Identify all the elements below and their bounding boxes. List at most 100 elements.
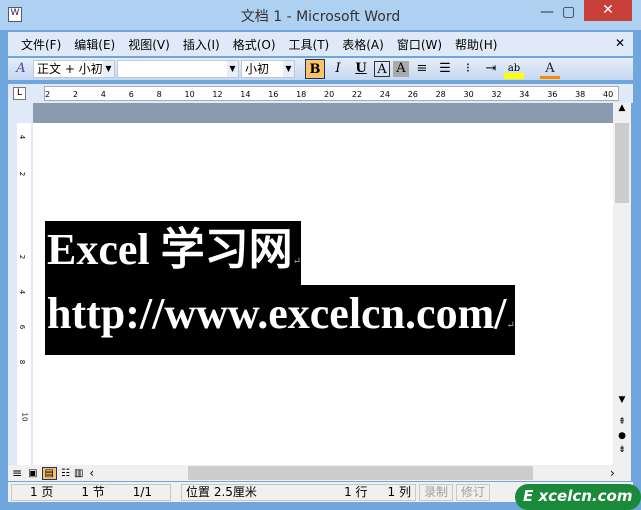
center-align-icon[interactable]: ≡ (412, 59, 432, 79)
numbering-icon[interactable]: ☰ (435, 59, 455, 79)
formatting-toolbar: A 正文 + 小初 ▼ ▼ 小初 ▼ B I U A A ≡ ☰ ⁝ ⇥ ab A (8, 58, 633, 80)
menu-file[interactable]: 文件(F) (21, 36, 61, 53)
print-layout-icon[interactable]: ▤ (41, 466, 57, 480)
ruler-tick-label: 2 (72, 90, 78, 99)
ruler-tick-label: 20 (324, 90, 335, 99)
line-text: Excel 学习网 (47, 225, 293, 274)
underline-button[interactable]: U (351, 59, 371, 79)
bold-button[interactable]: B (305, 59, 325, 79)
style-select[interactable]: 正文 + 小初 ▼ (33, 60, 115, 78)
char-border-button[interactable]: A (374, 61, 390, 77)
menu-bar: 文件(F) 编辑(E) 视图(V) 插入(I) 格式(O) 工具(T) 表格(A… (8, 32, 633, 56)
menu-tools[interactable]: 工具(T) (289, 36, 330, 53)
indent-icon[interactable]: ⇥ (481, 59, 501, 79)
line-number: 1 行 (344, 484, 368, 499)
style-value: 正文 + 小初 (37, 62, 103, 76)
ruler-tick-label: 26 (407, 90, 418, 99)
cursor-position: 位置 2.5厘米 (186, 484, 257, 499)
menu-insert[interactable]: 插入(I) (183, 36, 220, 53)
font-size-select[interactable]: 小初 ▼ (241, 60, 295, 78)
horizontal-scrollbar[interactable]: ≡ ▣ ▤ ☷ ▥ ‹ › (8, 465, 631, 481)
ruler-tick-label: 4 (100, 90, 106, 99)
vertical-scrollbar[interactable]: ▲ ▼ ⇞ ● ⇟ (613, 103, 631, 465)
normal-view-icon[interactable]: ≡ (12, 466, 22, 480)
title-bar: W 文档 1 - Microsoft Word — ▢ ✕ (0, 0, 641, 30)
ruler-tick-label: 10 (184, 90, 195, 99)
close-document-icon[interactable]: ✕ (615, 36, 625, 50)
menu-edit[interactable]: 编辑(E) (74, 36, 115, 53)
ruler-tick-label: 22 (351, 90, 363, 99)
font-color-button[interactable]: A (540, 59, 560, 79)
browse-object-icons[interactable]: ⇞ ● ⇟ (613, 415, 631, 457)
ruler-tick-label: 6 (128, 90, 134, 99)
vruler-tick-label: 4 (18, 289, 27, 295)
scroll-down-icon[interactable]: ▼ (613, 395, 631, 405)
column-number: 1 列 (387, 484, 411, 499)
ruler-tick-label: 18 (296, 90, 307, 99)
font-select[interactable]: ▼ (117, 60, 239, 78)
ruler-tick-label: 30 (463, 90, 474, 99)
paragraph-mark: ↵ (506, 320, 515, 331)
watermark-logo: E xcelcn.com (515, 484, 641, 510)
page-info: 1 页 1 节 1/1 (11, 483, 171, 501)
chevron-down-icon: ▼ (103, 61, 114, 77)
vruler-tick-label: 4 (18, 134, 27, 140)
position-info: 位置 2.5厘米 1 行 1 列 (181, 483, 416, 501)
ruler-tick-label: 32 (491, 90, 502, 99)
chevron-down-icon: ▼ (283, 61, 294, 77)
ruler-tick-label: 28 (435, 90, 446, 99)
highlight-button[interactable]: ab (504, 59, 524, 79)
tab-selector[interactable]: L (13, 87, 26, 100)
font-size-value: 小初 (245, 62, 270, 76)
record-macro-indicator[interactable]: 录制 (419, 483, 454, 501)
menu-view[interactable]: 视图(V) (128, 36, 170, 53)
close-button[interactable]: ✕ (584, 0, 632, 21)
ruler-tick-label: 16 (268, 90, 279, 99)
scroll-left-icon[interactable]: ‹ (89, 466, 94, 480)
document-page[interactable]: Excel 学习网↵ http://www.excelcn.com/↵ (33, 123, 613, 465)
ruler-tick-label: 8 (156, 90, 162, 99)
track-changes-indicator[interactable]: 修订 (456, 483, 491, 501)
document-line-1[interactable]: Excel 学习网↵ (45, 221, 302, 291)
scroll-right-icon[interactable]: › (610, 466, 615, 480)
horizontal-ruler[interactable]: L 2 2 4 6 8 10 12 14 16 18 20 22 24 26 28 30 32 34 36 38 40 (8, 84, 633, 103)
page-count: 1/1 (132, 484, 153, 499)
vertical-ruler-bar: 4 2 2 4 6 8 10 (17, 123, 31, 465)
char-shading-button[interactable]: A (393, 61, 409, 77)
web-view-icon[interactable]: ▣ (28, 468, 37, 479)
vruler-tick-label: 2 (18, 171, 27, 177)
section-number: 1 节 (81, 484, 105, 499)
ruler-tick-label: 2 (45, 90, 51, 99)
menu-format[interactable]: 格式(O) (233, 36, 276, 53)
line-text: http://www.excelcn.com/ (47, 289, 507, 338)
menu-table[interactable]: 表格(A) (342, 36, 384, 53)
outline-view-icon[interactable]: ☷ (61, 468, 70, 479)
styles-icon[interactable]: A (11, 59, 31, 79)
ruler-bar: 2 2 4 6 8 10 12 14 16 18 20 22 24 26 28 30 32 34 36 38 40 (44, 86, 619, 101)
minimize-button[interactable]: — (540, 4, 554, 20)
page-number: 1 页 (29, 484, 54, 499)
document-line-2[interactable]: http://www.excelcn.com/↵ (45, 285, 515, 355)
chevron-down-icon: ▼ (227, 61, 238, 77)
vruler-tick-label: 6 (18, 324, 27, 330)
ruler-tick-label: 38 (575, 90, 586, 99)
vruler-tick-label: 8 (18, 359, 27, 365)
horizontal-scroll-thumb[interactable] (188, 466, 533, 480)
menu-window[interactable]: 窗口(W) (397, 36, 442, 53)
ruler-tick-label: 34 (519, 90, 530, 99)
ruler-tick-label: 40 (603, 90, 614, 99)
paragraph-mark: ↵ (292, 256, 302, 267)
maximize-button[interactable]: ▢ (562, 4, 575, 20)
italic-button[interactable]: I (328, 59, 348, 79)
vruler-tick-label: 2 (18, 254, 27, 260)
ruler-tick-label: 14 (240, 90, 251, 99)
reading-view-icon[interactable]: ▥ (74, 468, 83, 479)
vruler-tick-label: 10 (20, 412, 29, 422)
ruler-tick-label: 36 (547, 90, 558, 99)
vertical-ruler: 4 2 2 4 6 8 10 (8, 103, 33, 465)
menu-help[interactable]: 帮助(H) (455, 36, 497, 53)
scroll-up-icon[interactable]: ▲ (613, 103, 631, 113)
ruler-tick-label: 24 (379, 90, 390, 99)
scroll-thumb[interactable] (615, 123, 629, 203)
bullets-icon[interactable]: ⁝ (458, 59, 478, 79)
